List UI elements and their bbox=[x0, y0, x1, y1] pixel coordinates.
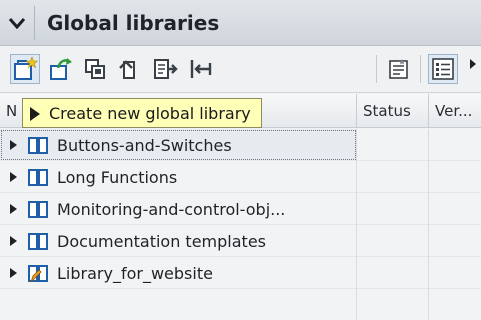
row-label: Buttons-and-Switches bbox=[57, 135, 232, 155]
column-header-status[interactable]: Status bbox=[357, 94, 429, 128]
tooltip-arrow-icon bbox=[30, 107, 40, 121]
toolbar-divider bbox=[376, 55, 377, 83]
status-cell bbox=[357, 257, 429, 289]
chevron-down-icon[interactable] bbox=[0, 0, 34, 46]
empty-row bbox=[0, 289, 481, 320]
close-library-icon[interactable] bbox=[114, 54, 144, 84]
tooltip-text: Create new global library bbox=[49, 103, 251, 123]
toolbar bbox=[0, 47, 481, 93]
name-cell[interactable]: Documentation templates bbox=[0, 225, 357, 257]
row-label: Library_for_website bbox=[57, 263, 213, 283]
tree-row[interactable]: Buttons-and-Switches bbox=[0, 129, 481, 161]
status-cell bbox=[357, 225, 429, 257]
expand-arrow-icon[interactable] bbox=[10, 204, 17, 214]
library-book-icon bbox=[27, 231, 49, 251]
export-icon[interactable] bbox=[186, 54, 216, 84]
open-library-icon[interactable] bbox=[46, 54, 76, 84]
tree-row[interactable]: Long Functions bbox=[0, 161, 481, 193]
expand-arrow-icon[interactable] bbox=[10, 140, 17, 150]
properties-icon[interactable] bbox=[384, 54, 414, 84]
column-header-version[interactable]: Ver... bbox=[429, 94, 481, 128]
version-cell bbox=[429, 193, 481, 225]
version-cell bbox=[429, 129, 481, 161]
tree-row[interactable]: Documentation templates bbox=[0, 225, 481, 257]
status-cell bbox=[357, 129, 429, 161]
panel-title: Global libraries bbox=[47, 10, 220, 35]
library-tree: Buttons-and-Switches Long Functions Moni… bbox=[0, 129, 481, 320]
version-cell bbox=[429, 161, 481, 193]
name-cell[interactable]: Library_for_website bbox=[0, 257, 357, 289]
library-book-icon bbox=[27, 135, 49, 155]
update-library-icon[interactable] bbox=[150, 54, 180, 84]
list-view-icon[interactable] bbox=[428, 54, 458, 84]
panel-header[interactable]: Global libraries bbox=[0, 0, 481, 46]
global-libraries-panel: Global libraries N Status Ver... Create … bbox=[0, 0, 481, 320]
library-book-icon bbox=[27, 167, 49, 187]
header-separator bbox=[34, 5, 35, 40]
name-cell[interactable]: Buttons-and-Switches bbox=[0, 129, 357, 161]
name-cell[interactable]: Monitoring-and-control-obj... bbox=[0, 193, 357, 225]
tooltip: Create new global library bbox=[22, 98, 262, 128]
status-cell bbox=[357, 161, 429, 193]
row-label: Monitoring-and-control-obj... bbox=[57, 199, 286, 219]
version-cell bbox=[429, 257, 481, 289]
version-cell bbox=[429, 225, 481, 257]
row-label: Long Functions bbox=[57, 167, 178, 187]
library-edit-icon bbox=[27, 263, 49, 283]
row-label: Documentation templates bbox=[57, 231, 266, 251]
status-cell bbox=[357, 289, 429, 320]
version-cell bbox=[429, 289, 481, 320]
create-new-library-icon[interactable] bbox=[10, 54, 40, 84]
tree-row[interactable]: Library_for_website bbox=[0, 257, 481, 289]
name-cell[interactable]: Long Functions bbox=[0, 161, 357, 193]
status-cell bbox=[357, 193, 429, 225]
tree-row[interactable]: Monitoring-and-control-obj... bbox=[0, 193, 481, 225]
library-book-icon bbox=[27, 199, 49, 219]
expand-arrow-icon[interactable] bbox=[10, 172, 17, 182]
expand-arrow-icon[interactable] bbox=[10, 268, 17, 278]
name-cell bbox=[0, 289, 357, 320]
overflow-arrow-icon[interactable] bbox=[470, 59, 476, 69]
toolbar-divider bbox=[420, 55, 421, 83]
expand-arrow-icon[interactable] bbox=[10, 236, 17, 246]
save-library-icon[interactable] bbox=[80, 54, 110, 84]
